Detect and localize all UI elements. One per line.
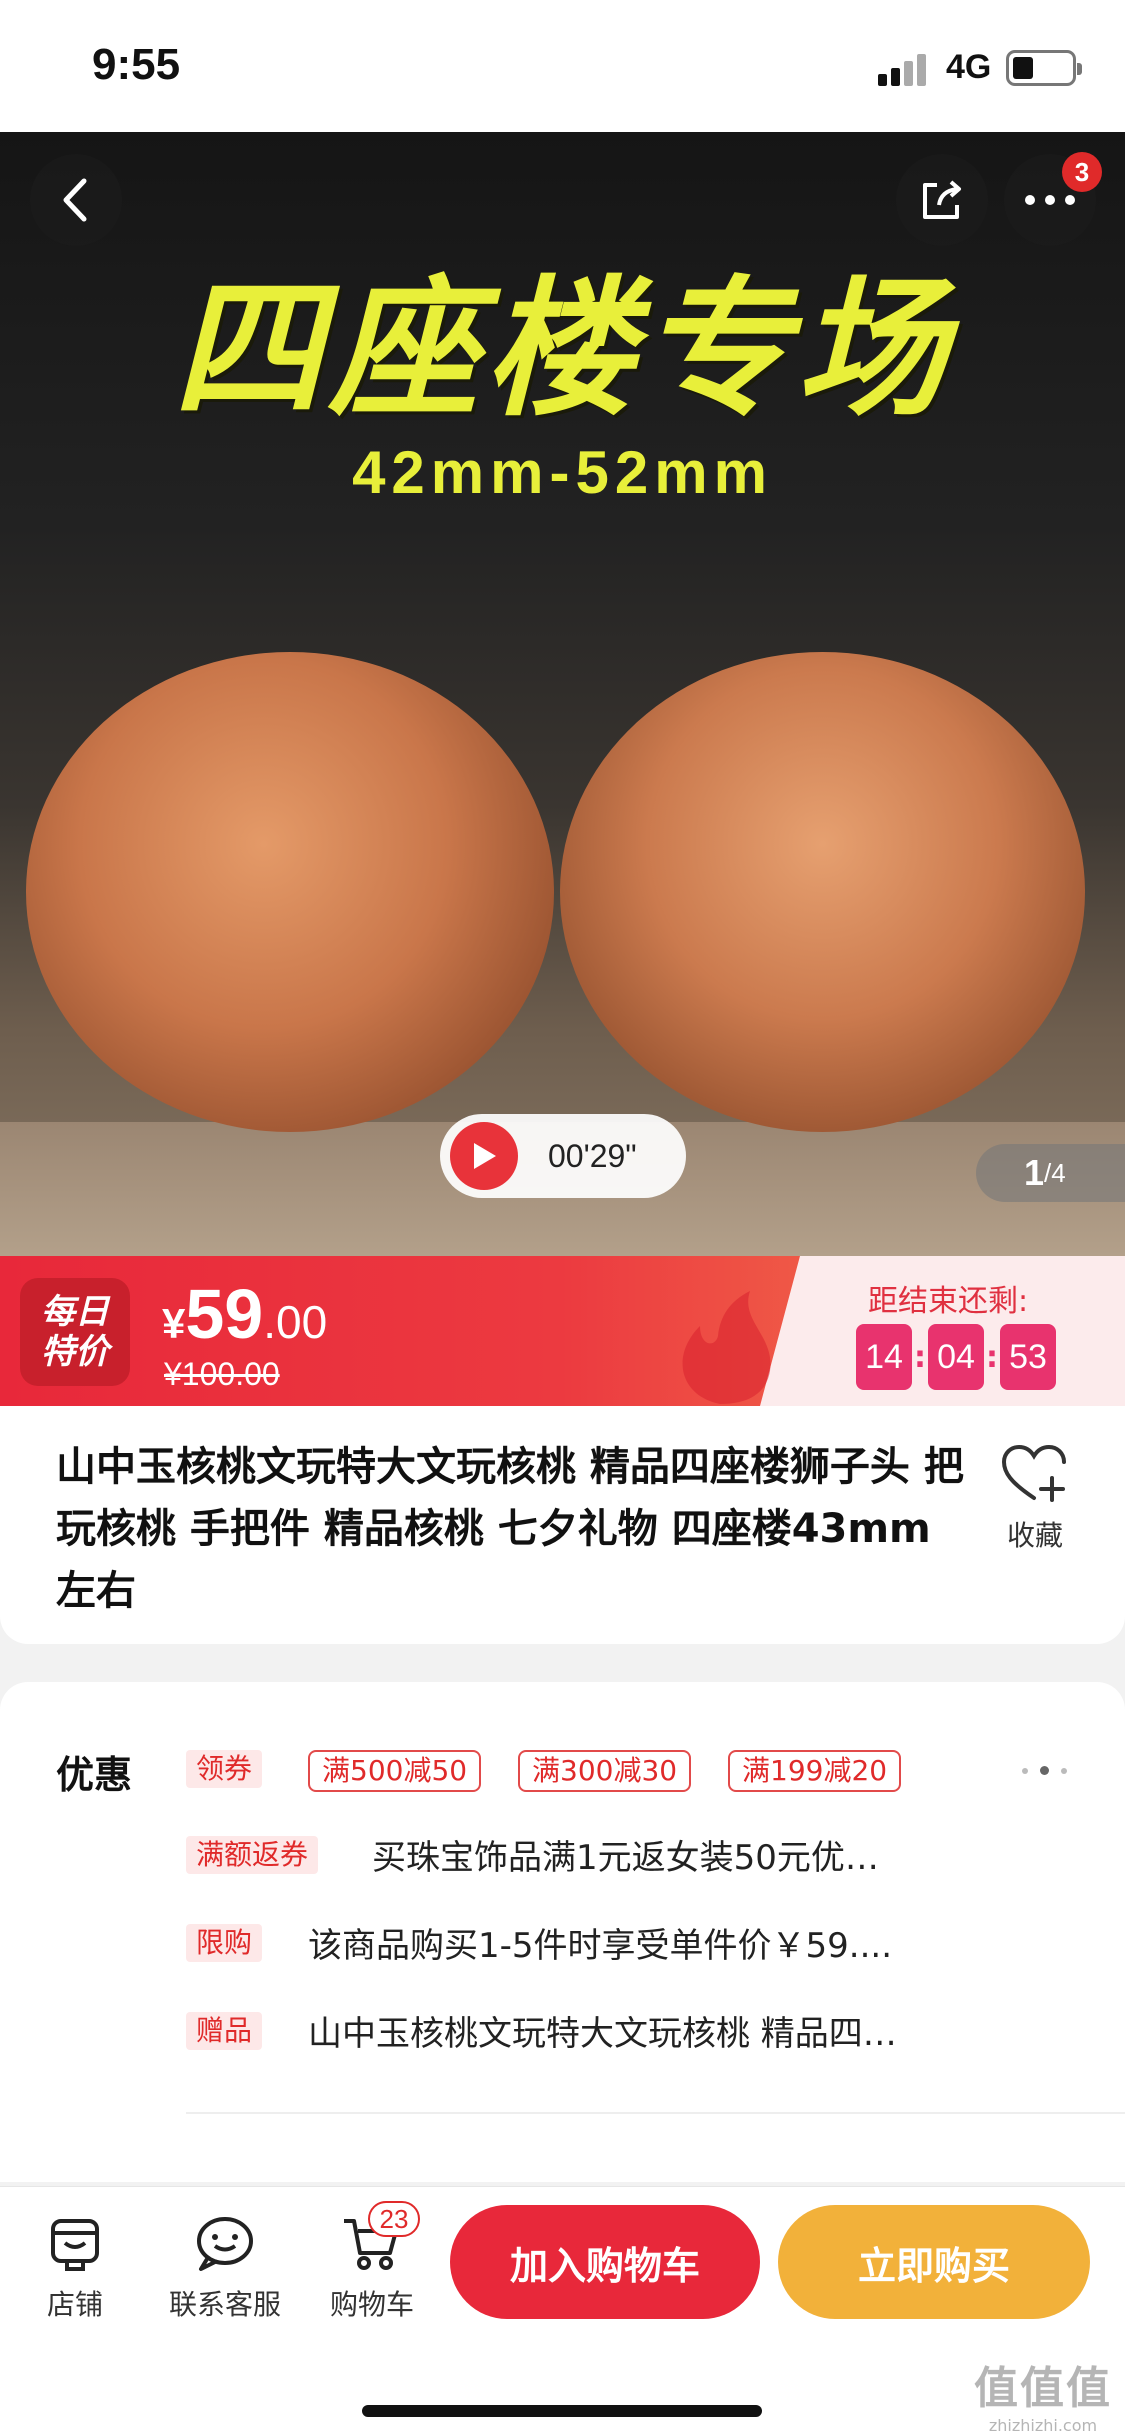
play-icon xyxy=(450,1122,518,1190)
watermark-url: zhizhizhi.com xyxy=(988,2416,1098,2435)
hero-size-text: 42mm-52mm xyxy=(352,439,773,506)
countdown-label: 距结束还剩: xyxy=(868,1284,1029,1319)
battery-icon xyxy=(1006,50,1082,86)
walnut-right-image xyxy=(560,652,1085,1132)
daily-deal-line1: 每日 xyxy=(41,1292,109,1332)
coupon-chip[interactable]: 满300减30 xyxy=(518,1750,692,1792)
cart-label: 购物车 xyxy=(329,2288,414,2321)
limit-tag: 限购 xyxy=(186,1924,263,1962)
rebate-text[interactable]: 买珠宝饰品满1元返女装50元优… xyxy=(372,1830,972,1879)
promotions-heading: 优惠 xyxy=(56,1753,133,1797)
video-play-button[interactable]: 00'29" xyxy=(440,1114,686,1198)
coupon-tag: 领券 xyxy=(186,1750,263,1788)
original-price: ¥100.00 xyxy=(164,1356,280,1392)
price-integer: 59 xyxy=(185,1275,264,1353)
home-indicator[interactable] xyxy=(362,2405,762,2417)
customer-service-label: 联系客服 xyxy=(168,2288,281,2321)
favorite-button[interactable]: 收藏 xyxy=(990,1444,1080,1554)
hero-headline: 四座楼专场 xyxy=(172,261,953,437)
gift-tag: 赠品 xyxy=(186,2012,263,2050)
coupon-page-dots xyxy=(1022,1766,1067,1775)
store-label: 店铺 xyxy=(46,2288,103,2321)
flame-icon xyxy=(682,1291,771,1404)
chat-face-icon xyxy=(197,2217,253,2271)
limit-text[interactable]: 该商品购买1-5件时享受单件价￥59.... xyxy=(308,1918,988,1967)
countdown-timer: 14 : 04 : 53 xyxy=(856,1324,1056,1390)
heart-plus-icon xyxy=(1001,1444,1066,1502)
countdown-minutes: 04 xyxy=(928,1324,984,1390)
price-decimal: .00 xyxy=(263,1296,328,1348)
message-count-badge: 3 xyxy=(1062,152,1102,192)
countdown-hours: 14 xyxy=(856,1324,912,1390)
daily-deal-badge: 每日 特价 xyxy=(20,1278,130,1386)
coupon-chip[interactable]: 满199减20 xyxy=(728,1750,902,1792)
product-title: 山中玉核桃文玩特大文玩核桃 精品四座楼狮子头 把玩核桃 手把件 精品核桃 七夕礼… xyxy=(56,1444,964,1614)
share-icon xyxy=(923,180,961,219)
gift-text[interactable]: 山中玉核桃文玩特大文玩核桃 精品四… xyxy=(308,2006,998,2055)
daily-deal-line2: 特价 xyxy=(41,1332,109,1372)
status-time: 9:55 xyxy=(92,40,181,89)
chevron-left-icon xyxy=(63,178,87,222)
page-current: 1 xyxy=(1024,1152,1045,1193)
currency-symbol: ¥ xyxy=(162,1300,186,1347)
promotions-card: 优惠 领券 满500减50 满300减30 满199减20 满额返券 买珠宝饰品… xyxy=(0,1682,1125,2182)
status-bar: 9:55 4G xyxy=(0,0,1125,132)
favorite-label: 收藏 xyxy=(1006,1519,1063,1552)
site-watermark: 值值值 zhizhizhi.com xyxy=(968,2352,1118,2435)
watermark-logo: 值值值 xyxy=(974,2363,1112,2414)
current-price: ¥59.00 xyxy=(162,1274,327,1354)
bottom-action-bar: 店铺 联系客服 购物车 23 加入购物车 立即购买 xyxy=(0,2186,1125,2436)
add-to-cart-button[interactable]: 加入购物车 xyxy=(450,2205,760,2319)
share-button[interactable] xyxy=(896,154,988,246)
countdown-seconds: 53 xyxy=(1000,1324,1056,1390)
customer-service-button[interactable]: 联系客服 xyxy=(160,2213,290,2323)
coupon-chip[interactable]: 满500减50 xyxy=(308,1750,482,1792)
rebate-tag: 满额返券 xyxy=(186,1836,319,1874)
signal-icon xyxy=(878,52,934,86)
price-banner: 每日 特价 ¥59.00 ¥100.00 距结束还剩: 14 : 04 : 53 xyxy=(0,1256,1125,1406)
walnut-left-image xyxy=(26,652,554,1132)
cart-count-badge: 23 xyxy=(368,2201,420,2237)
product-title-card: 山中玉核桃文玩特大文玩核桃 精品四座楼狮子头 把玩核桃 手把件 精品核桃 七夕礼… xyxy=(0,1406,1125,1644)
page-total: /4 xyxy=(1044,1157,1066,1188)
video-duration: 00'29" xyxy=(548,1137,637,1174)
store-button[interactable]: 店铺 xyxy=(30,2213,120,2323)
more-dots-icon xyxy=(1025,195,1075,205)
divider xyxy=(186,2112,1125,2114)
product-image-carousel[interactable]: 四座楼专场 42mm-52mm xyxy=(0,132,1125,1256)
buy-now-button[interactable]: 立即购买 xyxy=(778,2205,1090,2319)
back-button[interactable] xyxy=(30,154,122,246)
network-label: 4G xyxy=(946,48,992,86)
store-icon xyxy=(51,2219,99,2271)
image-page-indicator: 1 /4 xyxy=(976,1144,1125,1202)
